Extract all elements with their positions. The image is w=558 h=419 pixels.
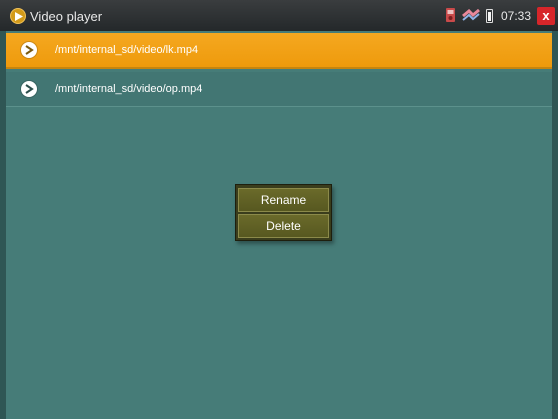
close-icon: x [542,8,550,23]
title-bar: Video player 07:33 x [0,0,558,31]
play-icon[interactable] [21,42,37,58]
rename-button[interactable]: Rename [238,188,329,212]
battery-icon [485,9,493,23]
file-row-lk[interactable]: /mnt/internal_sd/video/lk.mp4 [6,33,552,69]
delete-button[interactable]: Delete [238,214,329,238]
file-path: /mnt/internal_sd/video/lk.mp4 [55,44,199,56]
file-path: /mnt/internal_sd/video/op.mp4 [55,83,203,95]
play-icon[interactable] [21,81,37,97]
app-logo-icon [10,8,26,24]
status-area: 07:33 [445,7,531,25]
status-time: 07:33 [500,9,531,23]
camera-icon [445,7,456,26]
window-title: Video player [30,9,103,24]
right-border [552,0,558,419]
close-button[interactable]: x [537,7,555,25]
network-icon [462,8,480,24]
file-row-op[interactable]: /mnt/internal_sd/video/op.mp4 [6,72,552,107]
context-menu: Rename Delete [235,184,332,241]
